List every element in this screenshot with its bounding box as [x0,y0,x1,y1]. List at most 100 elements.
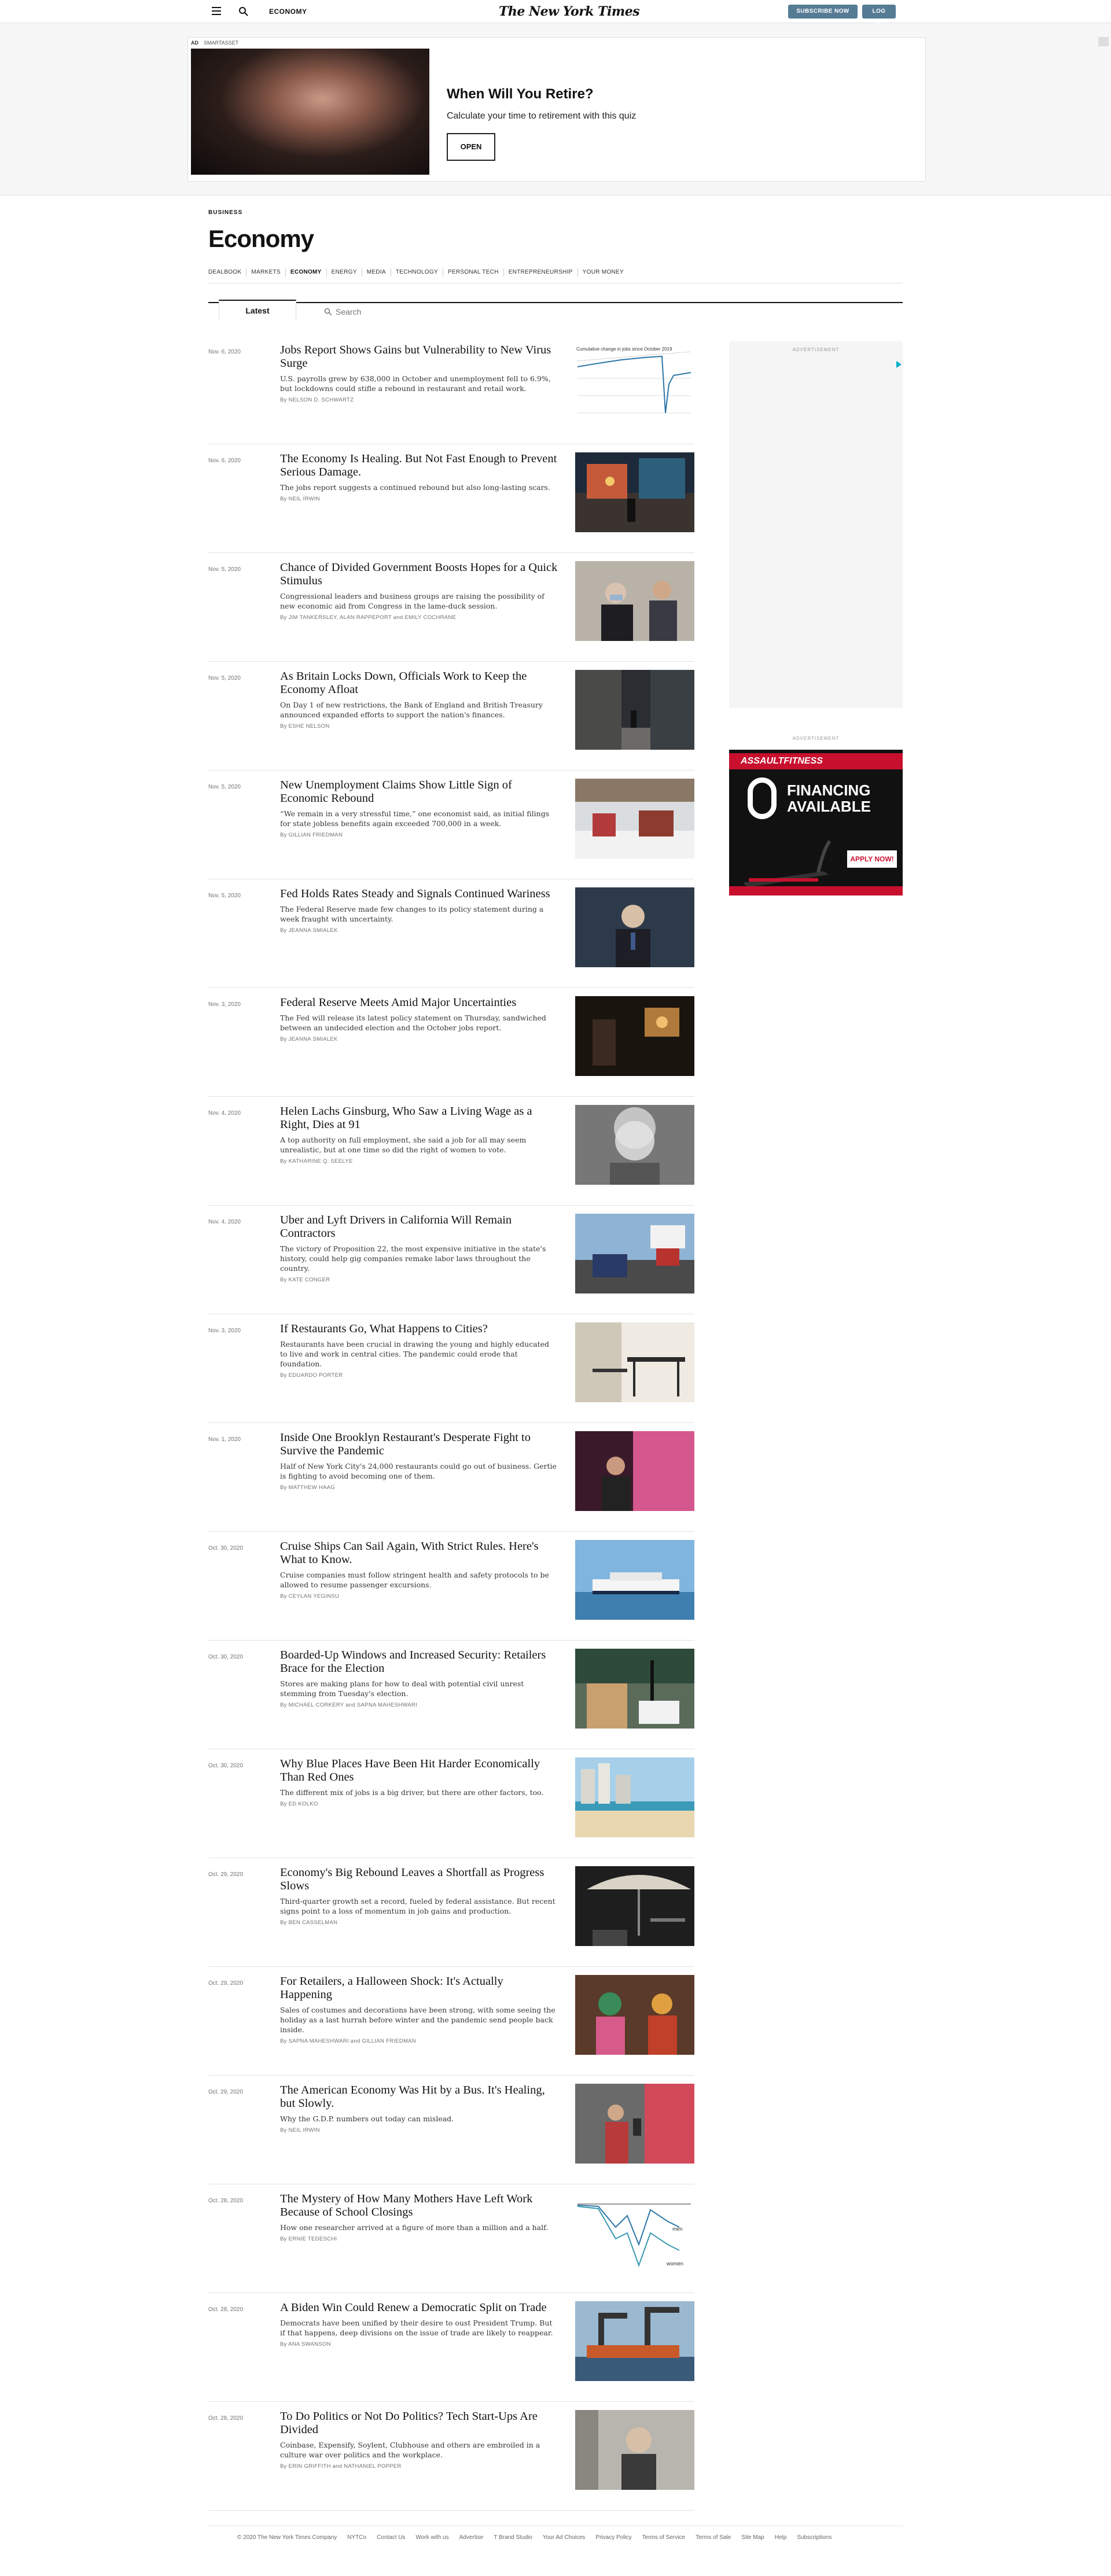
article-thumbnail[interactable]: men women [575,2192,694,2272]
article-thumbnail[interactable] [575,2301,694,2381]
subnav-item-your-money[interactable]: YOUR MONEY [578,268,628,277]
article-headline[interactable]: If Restaurants Go, What Happens to Citie… [280,1322,558,1336]
article-thumbnail[interactable] [575,2410,694,2490]
article-thumbnail[interactable] [575,1540,694,1620]
adchoices-icon[interactable] [896,361,902,368]
subnav-item-economy[interactable]: ECONOMY [286,268,327,277]
article-thumbnail[interactable] [575,1431,694,1511]
article-headline[interactable]: Uber and Lyft Drivers in California Will… [280,1214,558,1240]
footer-link[interactable]: Subscriptions [792,2534,837,2541]
article-headline[interactable]: The Economy Is Healing. But Not Fast Eno… [280,452,558,479]
adchoices-icon[interactable] [1098,37,1109,46]
article-thumbnail[interactable] [575,1105,694,1185]
section-kicker[interactable]: BUSINESS [208,209,242,216]
article-headline[interactable]: Chance of Divided Government Boosts Hope… [280,561,558,588]
article-thumbnail[interactable] [575,1214,694,1293]
footer-link[interactable]: Help [770,2534,792,2541]
footer-link[interactable]: NYTCo [342,2534,371,2541]
article-item[interactable]: Nov. 6, 2020 Jobs Report Shows Gains but … [208,336,694,444]
article-item[interactable]: Nov. 6, 2020 The Economy Is Healing. But … [208,444,694,553]
article-item[interactable]: Oct. 30, 2020 Boarded-Up Windows and Incr… [208,1641,694,1749]
sidebar-ad[interactable]: ADVERTISEMENT [729,341,903,708]
ad-open-button[interactable]: OPEN [447,133,495,161]
article-headline[interactable]: The Mystery of How Many Mothers Have Lef… [280,2192,558,2219]
article-item[interactable]: Oct. 28, 2020 The Mystery of How Many Mot… [208,2184,694,2293]
subnav-item-entrepreneurship[interactable]: ENTREPRENEURSHIP [504,268,578,277]
article-thumbnail[interactable] [575,779,694,858]
hamburger-menu-icon[interactable] [212,7,221,15]
article-thumbnail[interactable] [575,561,694,641]
article-headline[interactable]: New Unemployment Claims Show Little Sign… [280,779,558,805]
article-item[interactable]: Nov. 5, 2020 Chance of Divided Government… [208,553,694,662]
article-item[interactable]: Oct. 29, 2020 For Retailers, a Halloween … [208,1967,694,2076]
article-thumbnail[interactable] [575,1975,694,2055]
nyt-logo[interactable]: The New York Times [499,3,640,20]
sidebar-fitness-ad[interactable]: ASSAULTFITNESS FINANCING AVAILABLE APPLY… [729,750,903,895]
search-field[interactable] [324,304,556,319]
article-item[interactable]: Nov. 3, 2020 Federal Reserve Meets Amid M… [208,988,694,1097]
article-item[interactable]: Oct. 30, 2020 Why Blue Places Have Been H… [208,1749,694,1858]
subnav-item-media[interactable]: MEDIA [362,268,391,277]
article-thumbnail[interactable] [575,1649,694,1729]
article-headline[interactable]: To Do Politics or Not Do Politics? Tech … [280,2410,558,2437]
article-item[interactable]: Oct. 29, 2020 The American Economy Was Hi… [208,2076,694,2184]
article-thumbnail[interactable] [575,887,694,967]
apply-now-button[interactable]: APPLY NOW! [847,850,897,868]
article-item[interactable]: Nov. 5, 2020 As Britain Locks Down, Offic… [208,662,694,771]
article-thumbnail[interactable] [575,670,694,750]
tab-latest[interactable]: Latest [219,300,296,320]
footer-link[interactable]: Terms of Service [637,2534,690,2541]
article-item[interactable]: Nov. 1, 2020 Inside One Brooklyn Restaura… [208,1423,694,1532]
article-headline[interactable]: Jobs Report Shows Gains but Vulnerabilit… [280,344,558,370]
article-headline[interactable]: The American Economy Was Hit by a Bus. I… [280,2084,558,2110]
article-thumbnail[interactable] [575,452,694,532]
subscribe-button[interactable]: SUBSCRIBE NOW [788,5,858,19]
footer-link[interactable]: Terms of Sale [690,2534,736,2541]
article-thumbnail[interactable]: Cumulative change in jobs since October … [575,344,694,423]
article-item[interactable]: Oct. 28, 2020 To Do Politics or Not Do Po… [208,2402,694,2511]
article-item[interactable]: Oct. 28, 2020 A Biden Win Could Renew a D… [208,2293,694,2402]
article-item[interactable]: Nov. 5, 2020 New Unemployment Claims Show… [208,771,694,879]
article-item[interactable]: Nov. 4, 2020 Helen Lachs Ginsburg, Who Sa… [208,1097,694,1206]
article-headline[interactable]: Boarded-Up Windows and Increased Securit… [280,1649,558,1675]
article-thumbnail[interactable] [575,2084,694,2164]
subnav-item-technology[interactable]: TECHNOLOGY [391,268,443,277]
search-icon[interactable] [238,6,249,17]
article-headline[interactable]: A Biden Win Could Renew a Democratic Spl… [280,2301,558,2315]
article-headline[interactable]: As Britain Locks Down, Officials Work to… [280,670,558,696]
article-item[interactable]: Oct. 29, 2020 Economy's Big Rebound Leave… [208,1858,694,1967]
search-input[interactable] [336,305,544,318]
article-thumbnail[interactable] [575,1322,694,1402]
article-item[interactable]: Oct. 30, 2020 Cruise Ships Can Sail Again… [208,1532,694,1641]
article-item[interactable]: Nov. 3, 2020 If Restaurants Go, What Happ… [208,1314,694,1423]
article-item[interactable]: Nov. 4, 2020 Uber and Lyft Drivers in Cal… [208,1206,694,1314]
article-headline[interactable]: Fed Holds Rates Steady and Signals Conti… [280,887,558,901]
article-headline[interactable]: Federal Reserve Meets Amid Major Uncerta… [280,996,558,1009]
footer-link[interactable]: T Brand Studio [488,2534,538,2541]
footer-link[interactable]: Advertise [454,2534,489,2541]
article-headline[interactable]: Inside One Brooklyn Restaurant's Despera… [280,1431,558,1458]
footer-link[interactable]: Contact Us [371,2534,410,2541]
subnav-item-energy[interactable]: ENERGY [327,268,362,277]
footer-link[interactable]: Privacy Policy [590,2534,637,2541]
subnav-item-dealbook[interactable]: DEALBOOK [208,268,247,277]
nav-section-name[interactable]: ECONOMY [269,7,307,16]
article-headline[interactable]: Economy's Big Rebound Leaves a Shortfall… [280,1866,558,1893]
article-headline[interactable]: Why Blue Places Have Been Hit Harder Eco… [280,1757,558,1784]
article-headline[interactable]: Helen Lachs Ginsburg, Who Saw a Living W… [280,1105,558,1132]
article-thumbnail[interactable] [575,1757,694,1837]
article-thumbnail[interactable] [575,996,694,1076]
subnav-item-markets[interactable]: MARKETS [247,268,286,277]
ad-photo[interactable] [191,49,429,175]
footer-link[interactable]: Work with us [411,2534,454,2541]
login-button[interactable]: LOG IN [862,5,896,28]
ad-title[interactable]: When Will You Retire? [447,86,594,103]
article-byline: By KATE CONGER [280,1277,330,1283]
article-headline[interactable]: Cruise Ships Can Sail Again, With Strict… [280,1540,558,1567]
article-thumbnail[interactable] [575,1866,694,1946]
footer-link[interactable]: Site Map [736,2534,769,2541]
footer-link[interactable]: Your Ad Choices [538,2534,591,2541]
article-item[interactable]: Nov. 5, 2020 Fed Holds Rates Steady and S… [208,879,694,988]
subnav-item-personal-tech[interactable]: PERSONAL TECH [443,268,504,277]
article-headline[interactable]: For Retailers, a Halloween Shock: It's A… [280,1975,558,2002]
